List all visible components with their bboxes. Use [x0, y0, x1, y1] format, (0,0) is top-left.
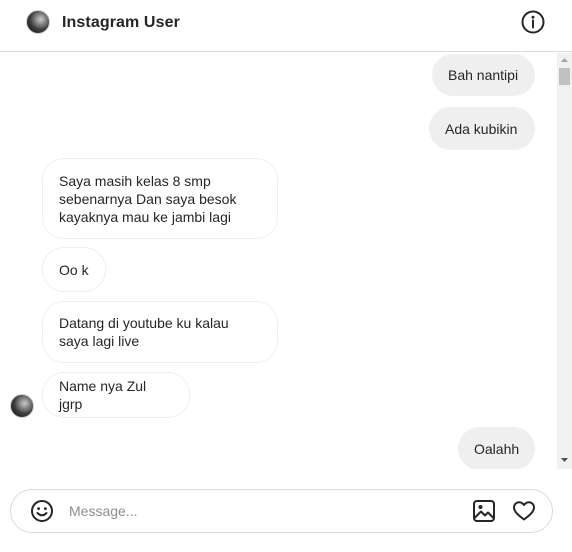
emoji-icon[interactable] — [30, 499, 54, 523]
message-thread[interactable]: Bah nantipi Ada kubikin Saya masih kelas… — [0, 53, 572, 469]
message-received[interactable]: Saya masih kelas 8 smp sebenarnya Dan sa… — [42, 158, 278, 239]
message-sent[interactable]: Oalahh — [458, 427, 535, 469]
message-received[interactable]: Name nya Zul jgrp — [42, 372, 190, 418]
message-received[interactable]: Datang di youtube ku kalau saya lagi liv… — [42, 301, 278, 363]
message-received[interactable]: Oo k — [42, 247, 106, 292]
message-sent[interactable]: Ada kubikin — [429, 107, 535, 150]
scroll-up-arrow-icon[interactable] — [557, 54, 572, 66]
info-icon[interactable] — [520, 9, 546, 35]
conversation-header: Instagram User — [0, 0, 572, 52]
image-icon[interactable] — [472, 499, 496, 523]
message-sent[interactable]: Bah nantipi — [432, 54, 535, 96]
sender-avatar — [10, 394, 34, 418]
thread-scrollbar[interactable] — [557, 53, 572, 469]
profile-avatar[interactable] — [26, 10, 50, 34]
scroll-thumb[interactable] — [559, 68, 570, 85]
conversation-title[interactable]: Instagram User — [62, 13, 180, 33]
heart-icon[interactable] — [512, 499, 536, 523]
scroll-down-arrow-icon[interactable] — [557, 454, 572, 466]
message-input[interactable] — [69, 500, 449, 522]
message-composer — [10, 489, 553, 533]
